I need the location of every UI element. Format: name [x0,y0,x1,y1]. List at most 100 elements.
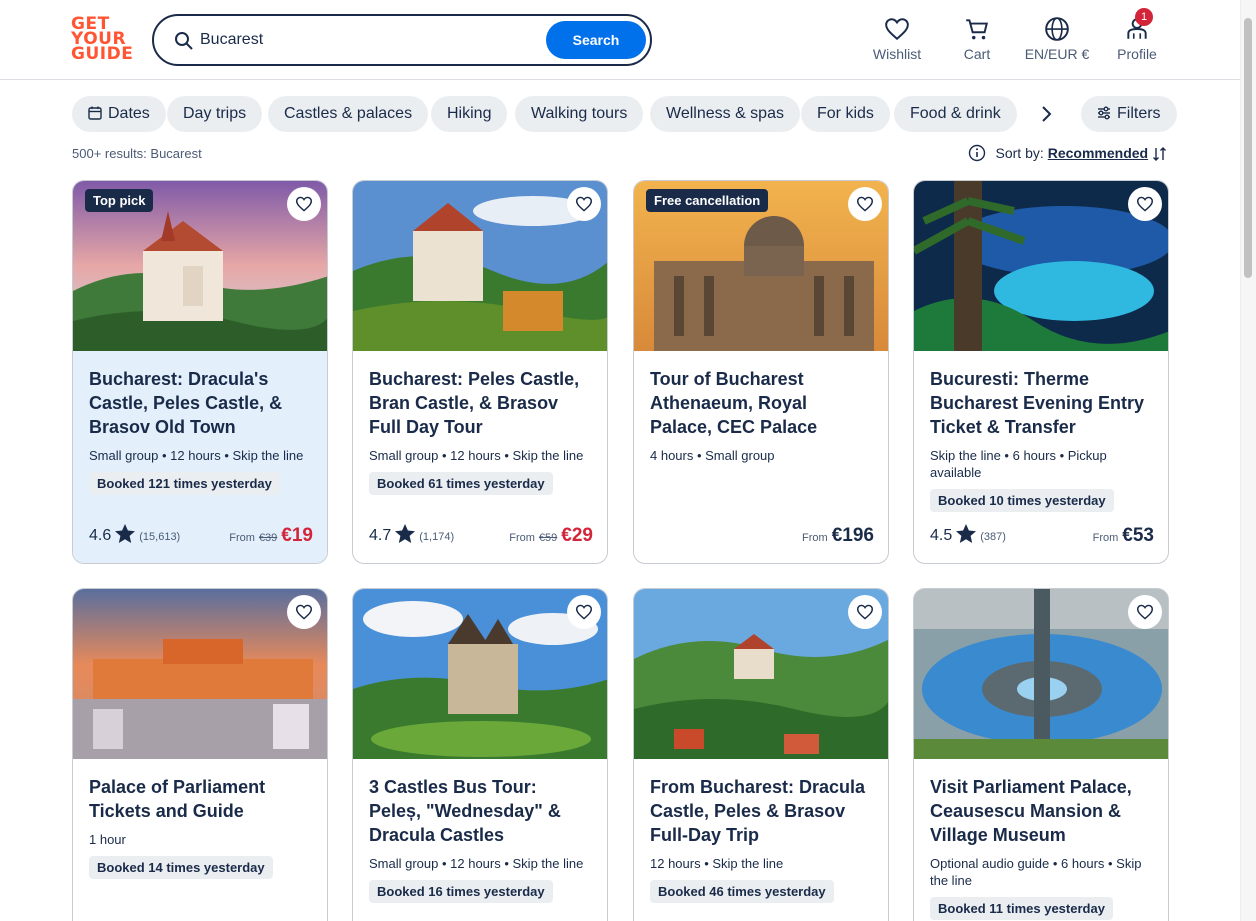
filter-chips-bar: Dates Day trips Castles & palaces Hiking… [72,96,1177,132]
activity-card[interactable]: From Bucharest: Dracula Castle, Peles & … [633,588,889,921]
wishlist-button[interactable] [567,187,601,221]
heart-icon [575,604,593,620]
activity-card[interactable]: Visit Parliament Palace, Ceausescu Mansi… [913,588,1169,921]
booked-badge: Booked 16 times yesterday [369,880,553,903]
card-title[interactable]: Bucuresti: Therme Bucharest Evening Entr… [930,367,1154,439]
from-label: From [1092,532,1119,544]
card-title[interactable]: 3 Castles Bus Tour: Peleș, "Wednesday" &… [369,775,593,847]
sort-arrows-icon [1153,147,1166,161]
nav-cart[interactable]: Cart [958,16,996,62]
nav-language-currency[interactable]: EN/EUR € [1022,16,1092,62]
wishlist-button[interactable] [287,595,321,629]
card-title[interactable]: Palace of Parliament Tickets and Guide [89,775,313,823]
heart-icon [575,196,593,212]
globe-icon [1045,17,1069,41]
free-cancellation-tag: Free cancellation [646,189,769,212]
sort-label: Sort by: [995,145,1044,161]
card-meta: Optional audio guide • 6 hours • Skip th… [930,856,1142,888]
chip-hiking[interactable]: Hiking [431,96,508,132]
top-header: GET YOUR GUIDE Bucarest Search Wishlist … [0,0,1240,80]
card-title[interactable]: Tour of Bucharest Athenaeum, Royal Palac… [650,367,874,439]
rating-value: 4.5 [930,527,953,544]
cart-icon [966,19,988,40]
activity-card[interactable]: 3 Castles Bus Tour: Peleș, "Wednesday" &… [352,588,608,921]
old-price: €39 [258,532,278,544]
wishlist-button[interactable] [848,595,882,629]
chip-wellness-spas[interactable]: Wellness & spas [650,96,800,132]
chip-walking-tours[interactable]: Walking tours [515,96,644,132]
booked-badge: Booked 46 times yesterday [650,880,834,903]
card-meta: Skip the line • 6 hours • Pickup availab… [930,448,1107,480]
card-body: Palace of Parliament Tickets and Guide 1… [73,759,327,921]
activity-card[interactable]: Bucharest: Peles Castle, Bran Castle, & … [352,180,608,564]
chevron-right-icon[interactable] [1034,102,1058,126]
nav-wishlist[interactable]: Wishlist [872,16,922,62]
heart-icon [295,196,313,212]
activity-card[interactable]: Bucuresti: Therme Bucharest Evening Entr… [913,180,1169,564]
chip-for-kids[interactable]: For kids [801,96,890,132]
results-count: 500+ results: Bucarest [72,146,202,161]
card-title[interactable]: Visit Parliament Palace, Ceausescu Mansi… [930,775,1154,847]
activity-card[interactable]: Palace of Parliament Tickets and Guide 1… [72,588,328,921]
search-button[interactable]: Search [546,21,646,59]
calendar-icon [88,106,102,120]
wishlist-button[interactable] [287,187,321,221]
top-pick-tag: Top pick [85,189,154,212]
sort-control[interactable]: Sort by: Recommended [968,144,1168,162]
info-icon[interactable] [968,144,986,162]
chip-day-trips[interactable]: Day trips [167,96,263,132]
from-label: From [229,532,255,544]
card-body: Bucharest: Peles Castle, Bran Castle, & … [353,351,607,563]
card-body: 3 Castles Bus Tour: Peleș, "Wednesday" &… [353,759,607,921]
search-icon [175,32,193,50]
review-count: (15,613) [139,531,181,543]
scrollbar[interactable] [1240,0,1256,921]
booked-badge: Booked 121 times yesterday [89,472,280,495]
nav-label-profile: Profile [1117,46,1157,62]
price: From €196 [802,525,874,547]
card-title[interactable]: Bucharest: Peles Castle, Bran Castle, & … [369,367,593,439]
booked-badge: Booked 14 times yesterday [89,856,273,879]
search-bar[interactable]: Bucarest Search [152,14,652,66]
card-body: Tour of Bucharest Athenaeum, Royal Palac… [634,351,888,563]
card-title[interactable]: Bucharest: Dracula's Castle, Peles Castl… [89,367,313,439]
activity-card[interactable]: Top pick Bucharest: Dracula's Castle, Pe… [72,180,328,564]
nav-label-language: EN/EUR € [1024,46,1090,62]
getyourguide-logo[interactable]: GET YOUR GUIDE [71,16,133,65]
card-title[interactable]: From Bucharest: Dracula Castle, Peles & … [650,775,874,847]
filters-button[interactable]: Filters [1081,96,1177,132]
card-meta: Small group • 12 hours • Skip the line [369,856,584,871]
wishlist-button[interactable] [1128,595,1162,629]
current-price: €29 [561,525,593,546]
wishlist-button[interactable] [1128,187,1162,221]
search-input[interactable]: Bucarest [200,31,263,49]
booked-badge: Booked 61 times yesterday [369,472,553,495]
nav-profile[interactable]: 1 Profile [1114,8,1160,62]
card-body: From Bucharest: Dracula Castle, Peles & … [634,759,888,921]
chip-food-drink[interactable]: Food & drink [894,96,1017,132]
rating-value: 4.6 [89,527,112,544]
sort-value[interactable]: Recommended [1048,145,1148,161]
wishlist-button[interactable] [567,595,601,629]
current-price: €196 [831,525,874,546]
card-body: Visit Parliament Palace, Ceausescu Mansi… [914,759,1168,921]
heart-icon [1136,196,1154,212]
chip-dates[interactable]: Dates [72,96,166,132]
rating: 4.6 (15,613) [89,524,180,545]
price: From €53 [1093,525,1154,547]
chip-castles-palaces[interactable]: Castles & palaces [268,96,429,132]
price: From €59 €29 [509,525,593,547]
booked-badge: Booked 11 times yesterday [930,897,1113,920]
filters-label: Filters [1117,105,1161,122]
star-icon [115,524,136,543]
price: From €39 €19 [229,525,313,547]
heart-icon [295,604,313,620]
review-count: (387) [980,531,1006,543]
wishlist-button[interactable] [848,187,882,221]
card-meta: 12 hours • Skip the line [650,856,784,871]
activity-card[interactable]: Free cancellation Tour of Bucharest Athe… [633,180,889,564]
chip-label-dates: Dates [108,105,150,122]
current-price: €19 [281,525,313,546]
scrollbar-thumb[interactable] [1244,18,1252,278]
star-icon [395,524,416,543]
